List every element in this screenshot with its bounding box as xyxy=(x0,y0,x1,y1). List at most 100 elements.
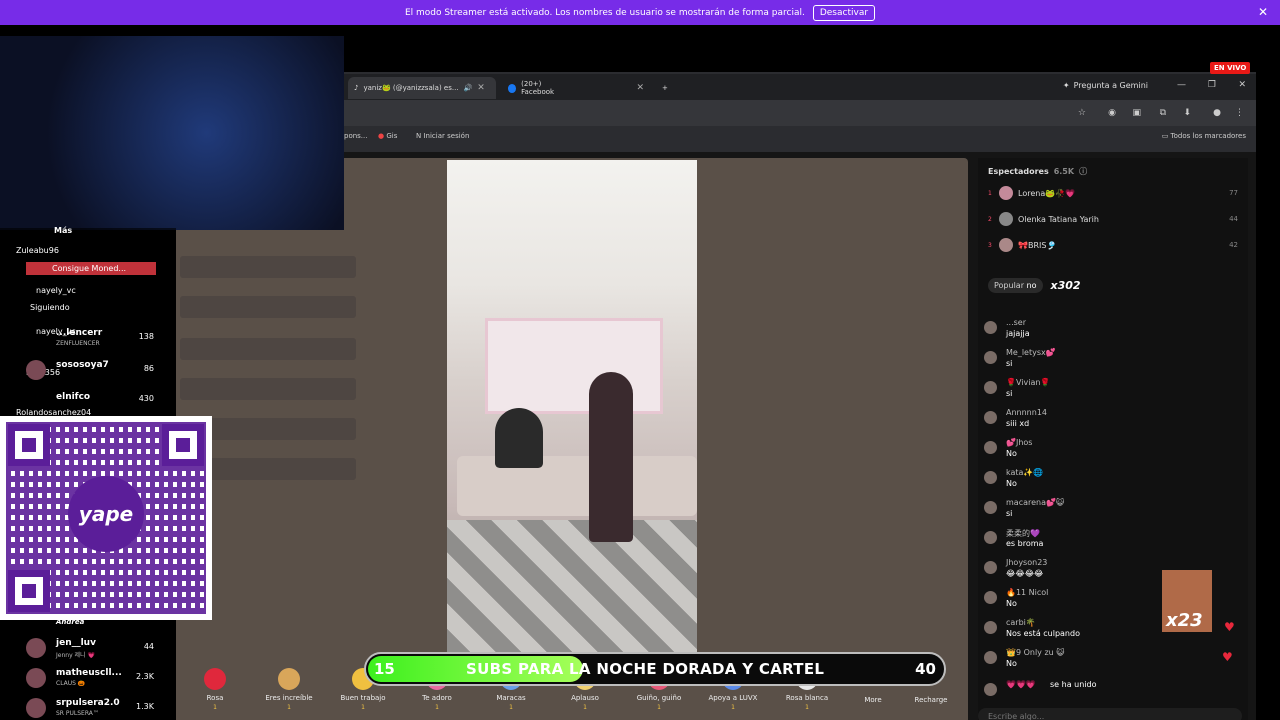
subs-current: 15 xyxy=(374,660,395,678)
meme-overlay: x23 xyxy=(1162,570,1212,632)
placeholder-bar xyxy=(180,256,356,278)
popular-pill[interactable]: Popular no xyxy=(988,278,1043,293)
subs-goal-text: SUBS PARA LA NOCHE DORADA Y CARTEL xyxy=(466,660,825,678)
bookmark-item[interactable]: pons... xyxy=(344,132,368,140)
tab-title: yaniz🐸 (@yanizzsala) es... xyxy=(363,84,459,92)
more-label: Más xyxy=(54,226,73,235)
avatar xyxy=(984,501,997,514)
rose-icon xyxy=(204,668,226,690)
avatar xyxy=(984,683,997,696)
profile-icon[interactable]: ● xyxy=(1213,108,1221,118)
yape-qr-code: yape xyxy=(0,416,212,620)
notion-icon: N xyxy=(416,132,422,140)
video-area: Rosa 1 Eres increíble 1 Buen trabajo 1 Te a… xyxy=(176,158,968,720)
close-window-icon[interactable]: ✕ xyxy=(1238,80,1246,90)
subs-goal-bar: 15 SUBS PARA LA NOCHE DORADA Y CARTEL 40 xyxy=(364,652,946,686)
browser-window: ♪ yaniz🐸 (@yanizzsala) es... 🔊 ✕ (20+) F… xyxy=(344,72,1256,152)
avatar xyxy=(999,186,1013,200)
address-bar[interactable]: ☆ ◉ ▣ ⧉ ⬇ ● ⋮ xyxy=(344,100,1256,126)
viewers-header: Espectadores 6.5K ⓘ xyxy=(988,166,1238,177)
streamer-mode-banner: El modo Streamer está activado. Los nomb… xyxy=(0,0,1280,25)
person-image xyxy=(589,372,633,542)
deactivate-button[interactable]: Desactivar xyxy=(812,4,876,21)
folder-icon: ▭ xyxy=(1161,132,1169,140)
close-icon[interactable]: ✕ xyxy=(1258,5,1268,19)
tiktok-live-page: Rosa 1 Eres increíble 1 Buen trabajo 1 Te a… xyxy=(176,152,1256,720)
star-icon[interactable]: ☆ xyxy=(1078,108,1086,118)
gift-eres-increible[interactable]: Eres increíble 1 xyxy=(254,668,324,711)
new-tab-button[interactable]: + xyxy=(656,77,674,99)
top-viewer[interactable]: 3 🎀BRIS🎐 42 xyxy=(988,238,1238,252)
info-icon[interactable]: ⓘ xyxy=(1079,166,1087,177)
facebook-icon xyxy=(508,83,517,93)
placeholder-bar xyxy=(180,378,356,400)
placeholder-bar xyxy=(180,338,356,360)
gift-rosa[interactable]: Rosa 1 xyxy=(180,668,250,711)
cat-icon xyxy=(278,668,300,690)
tab-facebook[interactable]: (20+) Facebook ✕ xyxy=(502,77,650,99)
avatar xyxy=(984,561,997,574)
bookmark-icon: ● xyxy=(378,132,385,140)
gemini-icon: ✦ xyxy=(1062,81,1070,90)
sofa-image xyxy=(457,456,697,516)
tab-tiktok[interactable]: ♪ yaniz🐸 (@yanizzsala) es... 🔊 ✕ xyxy=(348,77,496,99)
bookmarks-bar: pons... ● Gis N Iniciar sesión ▭ Todos l… xyxy=(344,126,1256,148)
avatar xyxy=(999,212,1013,226)
yape-logo: yape xyxy=(68,476,144,552)
avatar xyxy=(984,471,997,484)
avatar xyxy=(999,238,1013,252)
bookmark-gis[interactable]: ● Gis xyxy=(378,132,397,140)
recharge-button[interactable]: Recharge xyxy=(896,696,966,704)
qr-finder xyxy=(8,424,50,466)
qr-finder xyxy=(8,570,50,612)
heart-icon: ♥ xyxy=(1224,620,1235,634)
live-video[interactable] xyxy=(447,160,697,654)
chat-message: Consigue Moned... xyxy=(26,262,156,275)
floor-image xyxy=(447,520,697,654)
banner-text: El modo Streamer está activado. Los nomb… xyxy=(404,7,805,18)
chat-input[interactable]: Escribe algo... xyxy=(978,708,1242,720)
avatar xyxy=(984,531,997,544)
speaker-icon: 🔊 xyxy=(463,84,473,92)
gemini-button[interactable]: ✦ Pregunta a Gemini xyxy=(1063,81,1148,90)
placeholder-bar xyxy=(180,296,356,318)
avatar xyxy=(984,381,997,394)
all-bookmarks[interactable]: ▭ Todos los marcadores xyxy=(1162,132,1246,140)
bookmark-login[interactable]: N Iniciar sesión xyxy=(416,132,469,140)
avatar xyxy=(984,441,997,454)
heart-icon: ♥ xyxy=(1222,650,1233,664)
top-viewer[interactable]: 1 Lorena🐸🥀💗 77 xyxy=(988,186,1238,200)
avatar xyxy=(984,651,997,664)
top-viewer[interactable]: 2 Olenka Tatiana Yarih 44 xyxy=(988,212,1238,226)
shelf-image xyxy=(485,318,663,414)
viewers-label: Espectadores xyxy=(988,167,1049,176)
avatar xyxy=(984,621,997,634)
avatar xyxy=(26,638,46,658)
menu-icon[interactable]: ⋮ xyxy=(1235,108,1244,118)
gemini-label: Pregunta a Gemini xyxy=(1073,81,1148,90)
download-icon[interactable]: ⬇ xyxy=(1183,108,1191,118)
webcam-overlay xyxy=(0,36,344,230)
puzzle-icon[interactable]: ⧉ xyxy=(1160,108,1166,118)
extension-icon[interactable]: ◉ xyxy=(1108,108,1116,118)
tab-title: (20+) Facebook xyxy=(521,80,555,96)
subs-target: 40 xyxy=(915,660,936,678)
avatar xyxy=(984,411,997,424)
tab-bar: ♪ yaniz🐸 (@yanizzsala) es... 🔊 ✕ (20+) F… xyxy=(344,74,1256,100)
popular-badge: Popular no x302 xyxy=(988,278,1081,293)
person-image xyxy=(495,408,543,468)
maximize-icon[interactable]: ❐ xyxy=(1208,80,1216,90)
close-icon[interactable]: ✕ xyxy=(477,83,485,93)
avatar xyxy=(26,698,46,718)
avatar xyxy=(984,351,997,364)
extension-icon[interactable]: ▣ xyxy=(1132,108,1141,118)
avatar xyxy=(26,668,46,688)
chat-username: Zuleabu96 xyxy=(16,246,59,255)
close-icon[interactable]: ✕ xyxy=(636,83,644,93)
avatar xyxy=(984,321,997,334)
minimize-icon[interactable]: — xyxy=(1177,80,1186,90)
chat-message: Siguiendo xyxy=(30,303,70,312)
popular-multiplier: x302 xyxy=(1050,279,1081,292)
qr-finder xyxy=(162,424,204,466)
viewers-count: 6.5K xyxy=(1053,167,1075,176)
